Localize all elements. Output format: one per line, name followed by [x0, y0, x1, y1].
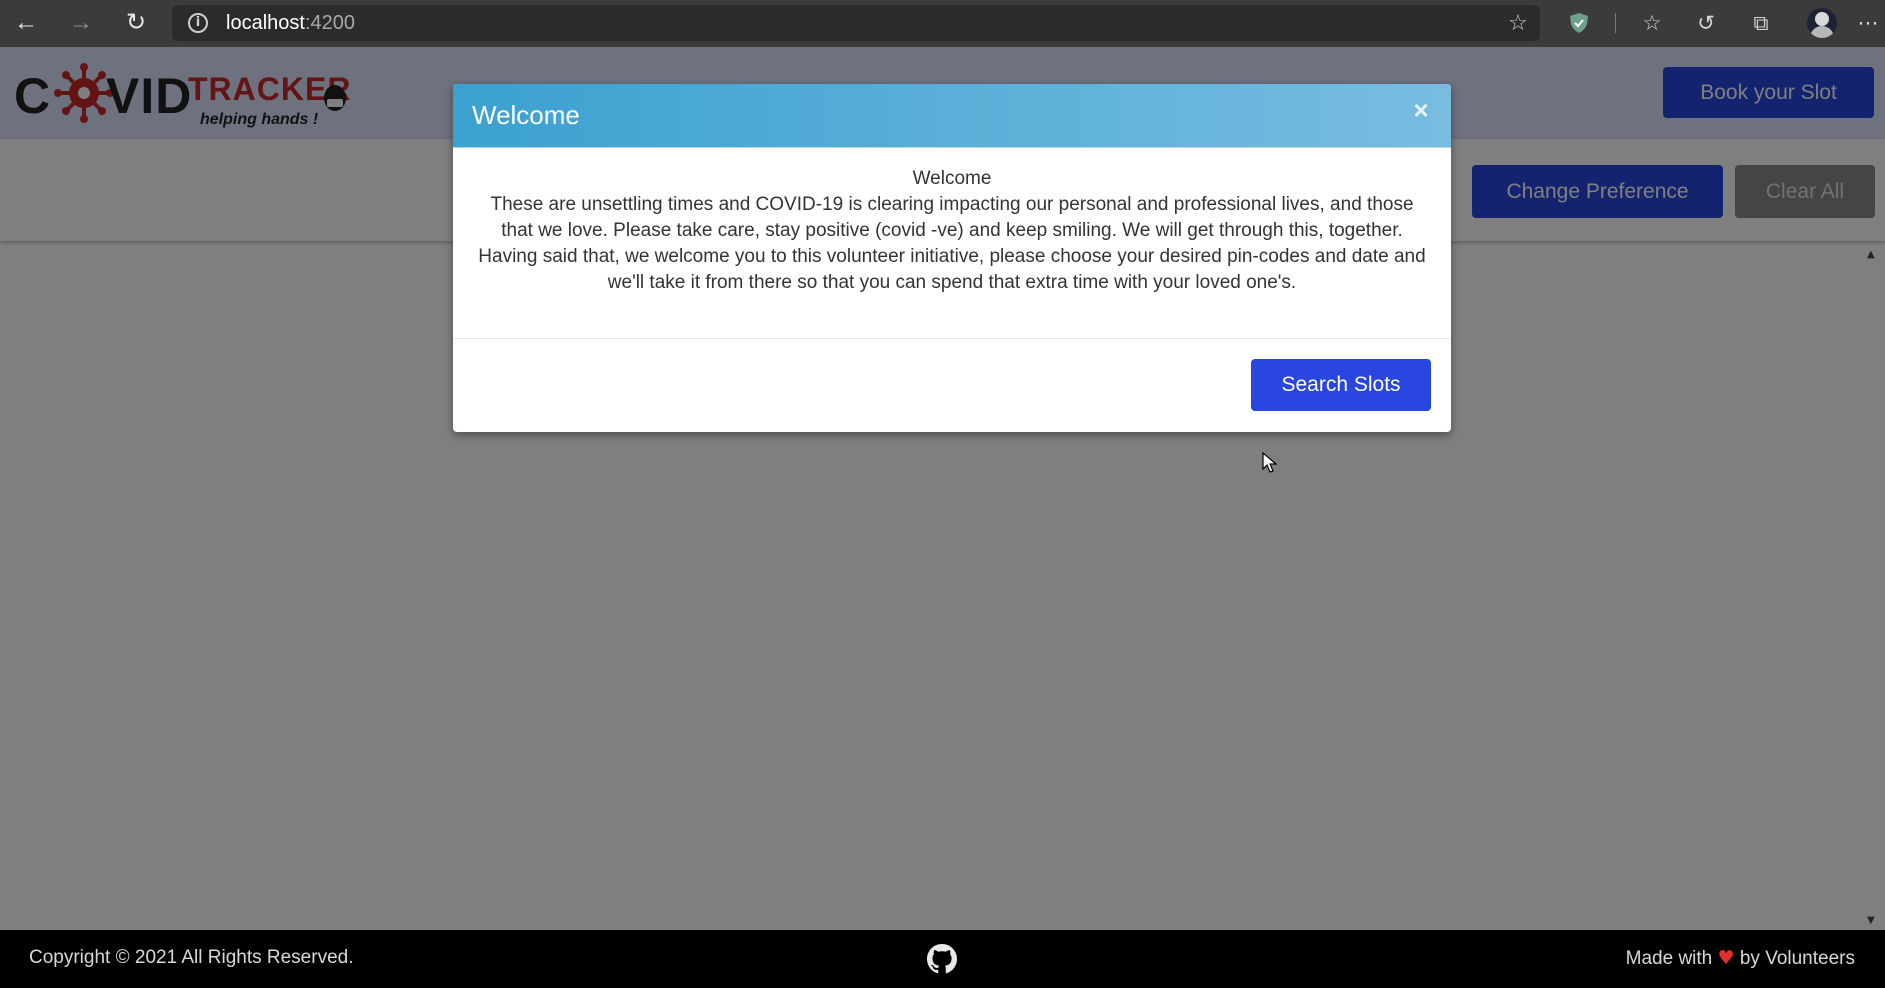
browser-toolbar: ← → ↻ i localhost:4200 ☆ ☆ ↺ ⧉ ⋯ — [0, 0, 1885, 48]
back-arrow-icon[interactable]: ← — [8, 8, 44, 38]
welcome-modal: Welcome × Welcome These are unsettling t… — [453, 84, 1451, 432]
toolbar-separator — [1615, 13, 1616, 33]
more-icon[interactable]: ⋯ — [1851, 8, 1885, 38]
url-port: :4200 — [304, 12, 355, 34]
info-icon[interactable]: i — [188, 13, 208, 33]
search-slots-button[interactable]: Search Slots — [1251, 359, 1431, 411]
shield-icon[interactable] — [1568, 12, 1590, 34]
copyright-text: Copyright © 2021 All Rights Reserved. — [29, 947, 354, 968]
site-footer: Copyright © 2021 All Rights Reserved. Ma… — [0, 930, 1885, 988]
mouse-cursor-icon — [1262, 452, 1278, 473]
url-text[interactable]: localhost:4200 — [226, 12, 355, 35]
modal-footer: Search Slots — [453, 338, 1451, 432]
address-bar[interactable]: i localhost:4200 ☆ — [172, 5, 1540, 41]
history-icon[interactable]: ↺ — [1689, 8, 1723, 38]
collections-icon[interactable]: ⧉ — [1744, 8, 1778, 38]
heart-icon: ♥ — [1717, 947, 1735, 969]
reload-icon[interactable]: ↻ — [118, 8, 154, 38]
github-icon[interactable] — [927, 944, 957, 974]
profile-avatar[interactable] — [1807, 8, 1837, 38]
modal-header: Welcome × — [453, 84, 1451, 148]
star-add-icon[interactable]: ☆ — [1504, 9, 1532, 37]
favorites-icon[interactable]: ☆ — [1635, 8, 1669, 38]
modal-title: Welcome — [472, 100, 580, 130]
made-with-suffix: by Volunteers — [1739, 948, 1855, 969]
made-with-text: Made with ♥ by Volunteers — [1626, 947, 1855, 970]
made-with-prefix: Made with — [1625, 948, 1713, 969]
url-host: localhost — [226, 12, 305, 34]
close-icon[interactable]: × — [1407, 96, 1435, 124]
modal-body-heading: Welcome — [912, 168, 992, 189]
forward-arrow-icon[interactable]: → — [63, 8, 99, 38]
modal-message: These are unsettling times and COVID-19 … — [478, 194, 1426, 293]
